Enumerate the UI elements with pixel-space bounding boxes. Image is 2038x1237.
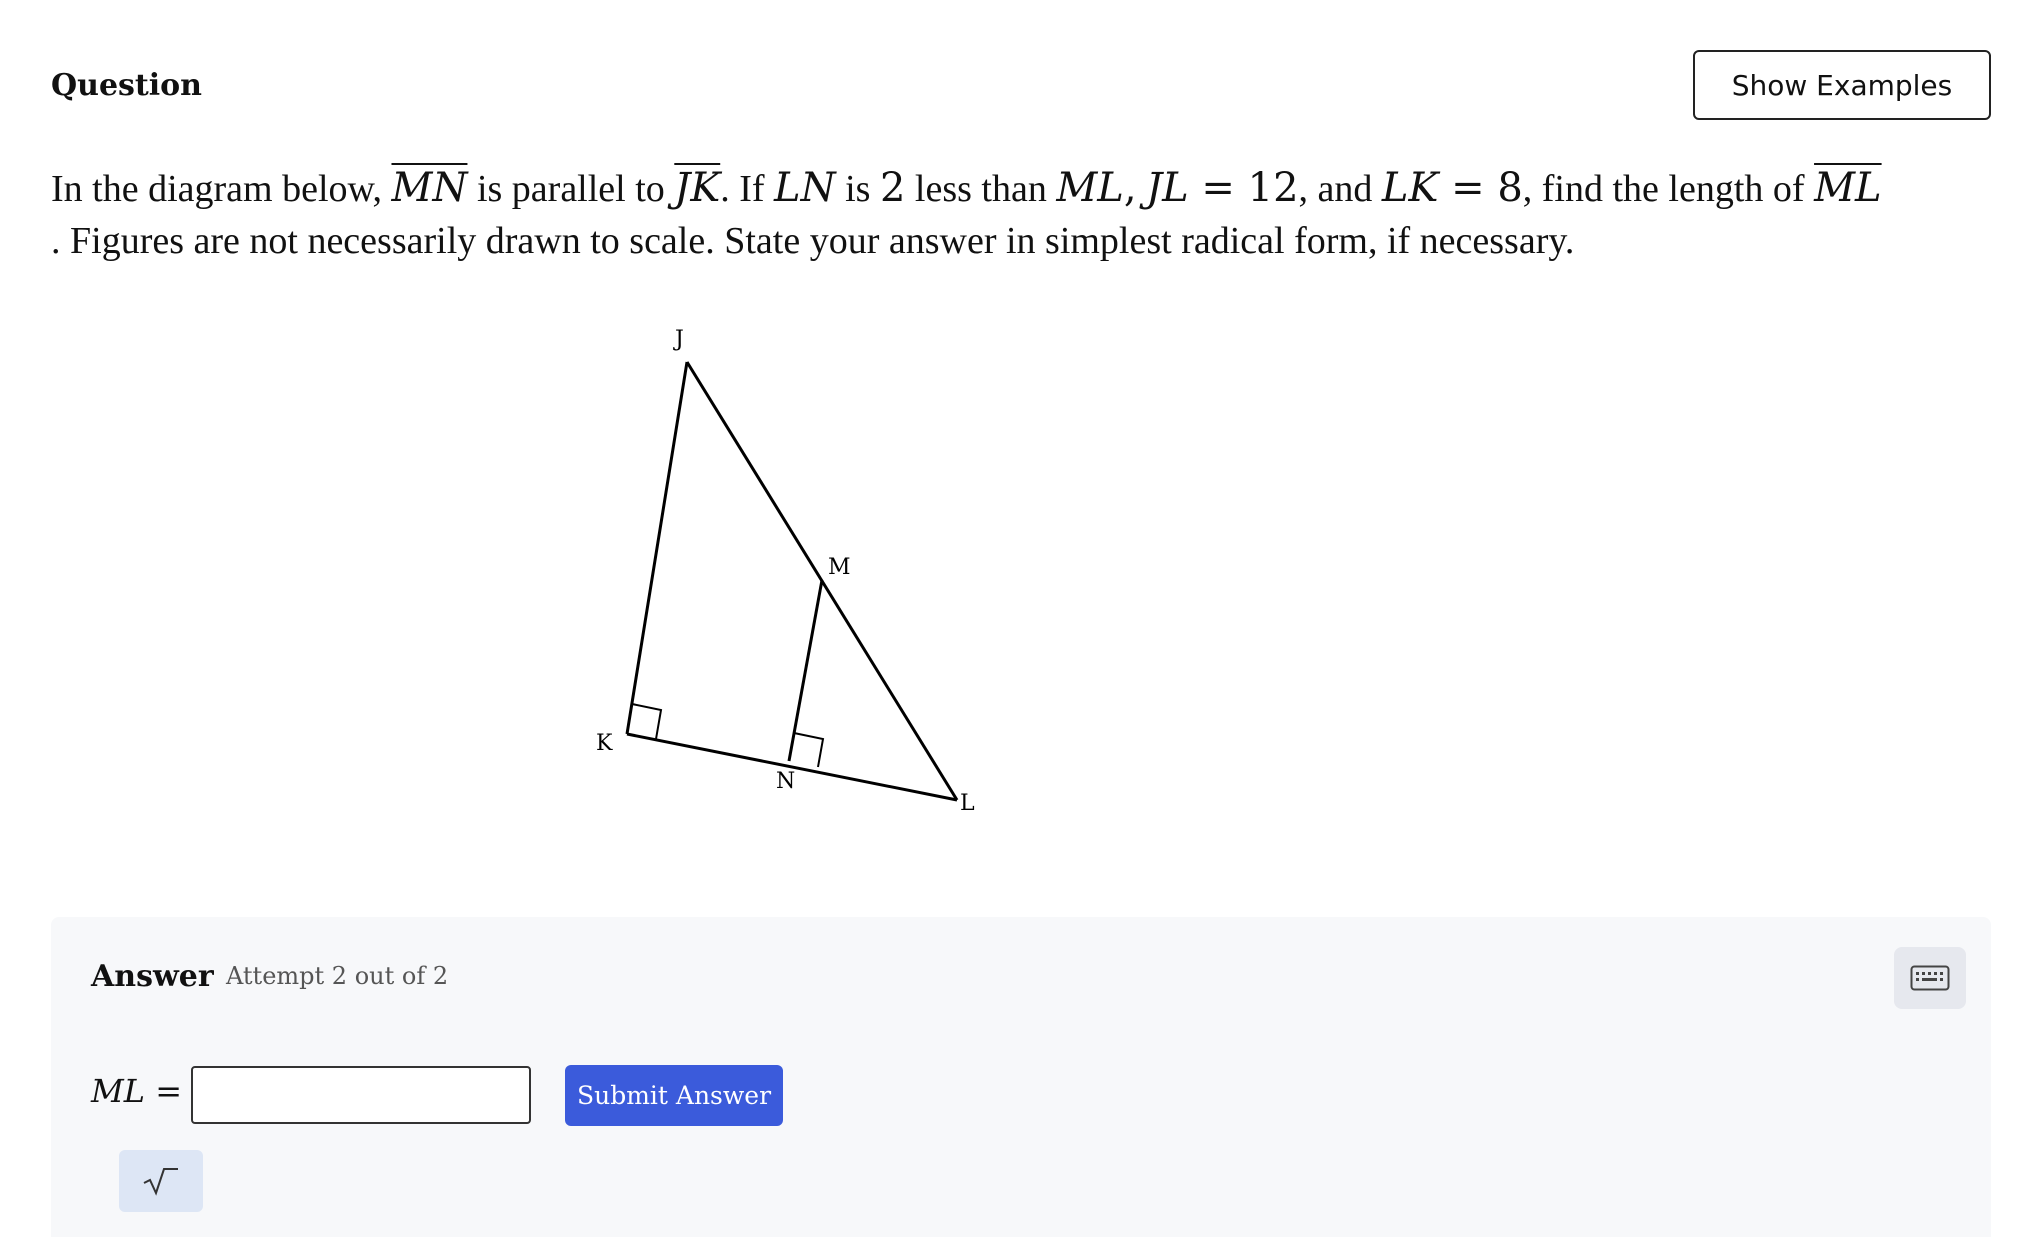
sqrt-icon <box>143 1168 178 1196</box>
prompt-text: In the diagram below, <box>51 168 392 210</box>
show-examples-button[interactable]: Show Examples <box>1693 50 1991 120</box>
variable-ml: ML <box>1056 165 1124 211</box>
segment-jk-line <box>625 361 689 735</box>
right-angle-mark-n <box>793 732 825 768</box>
comma: , <box>1123 165 1137 211</box>
prompt-line-2: . Figures are not necessarily drawn to s… <box>51 220 1575 262</box>
answer-panel: Answer Attempt 2 out of 2 ML = Submit An… <box>51 917 1991 1237</box>
answer-equals: = <box>155 1072 182 1110</box>
keyboard-toggle-button[interactable] <box>1894 947 1966 1009</box>
answer-variable: ML <box>91 1072 146 1110</box>
number-2: 2 <box>879 165 906 211</box>
label-k: K <box>596 731 613 756</box>
equation-lk-value: = 8 <box>1438 165 1523 211</box>
right-angle-mark-k <box>631 703 663 740</box>
prompt-text: , and <box>1298 168 1382 210</box>
prompt-text: is <box>835 168 880 210</box>
label-m: M <box>828 555 851 580</box>
keyboard-icon <box>1910 965 1950 991</box>
variable-ln: LN <box>774 165 836 211</box>
attempt-counter: Attempt 2 out of 2 <box>226 962 449 990</box>
variable-jl: JL <box>1146 165 1189 211</box>
prompt-text: less than <box>905 168 1057 210</box>
equation-jl-value: = 12 <box>1188 165 1299 211</box>
question-prompt: In the diagram below, MN is parallel to … <box>51 162 2001 267</box>
prompt-text: . If <box>720 168 775 210</box>
answer-variable-label: ML = <box>91 1072 182 1110</box>
submit-answer-button[interactable]: Submit Answer <box>565 1065 783 1126</box>
variable-lk: LK <box>1381 165 1439 211</box>
segment-jk: JK <box>674 165 721 211</box>
segment-mn: MN <box>391 165 468 211</box>
triangle-diagram: J M K N L <box>560 310 1040 834</box>
answer-input[interactable] <box>191 1066 531 1124</box>
triangle-figure: J M K N L <box>596 327 975 816</box>
prompt-text: is parallel to <box>467 168 675 210</box>
label-n: N <box>776 769 795 794</box>
answer-label: Answer <box>91 959 214 994</box>
question-title: Question <box>51 68 202 103</box>
prompt-text: , find the length of <box>1522 168 1815 210</box>
prompt-line-1: In the diagram below, MN is parallel to … <box>51 162 2001 215</box>
segment-ml: ML <box>1814 165 1882 211</box>
sqrt-button[interactable] <box>119 1150 203 1212</box>
label-j: J <box>673 327 684 352</box>
label-l: L <box>960 791 975 816</box>
